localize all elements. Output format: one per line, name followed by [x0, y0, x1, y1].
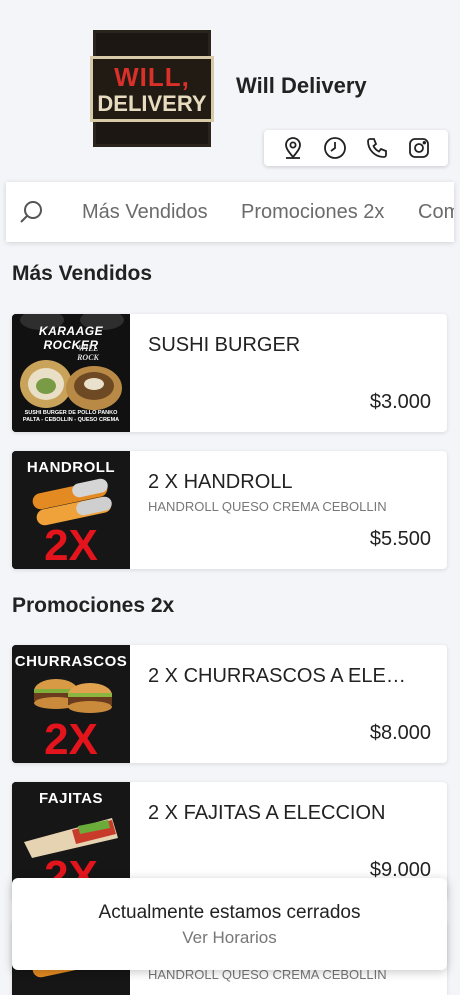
- product-name: SUSHI BURGER: [148, 334, 301, 356]
- phone-icon[interactable]: [364, 135, 390, 161]
- section-title: Promociones 2x: [12, 594, 175, 617]
- product-image: KARAAGE ROCKER WILL ROCK SUSHI BURGER DE…: [12, 314, 130, 432]
- category-tabs: Más Vendidos Promociones 2x Com: [6, 182, 454, 242]
- closed-notice: Actualmente estamos cerrados Ver Horario…: [12, 878, 447, 970]
- logo-line2: DELIVERY: [97, 90, 207, 116]
- tab-promociones-2x[interactable]: Promociones 2x: [241, 201, 384, 224]
- product-name: 2 X CHURRASCOS A ELECCION: [148, 665, 413, 687]
- thumb-subtitle: WILL ROCK: [77, 344, 99, 362]
- thumb-2x-badge: 2X: [12, 991, 130, 995]
- product-card[interactable]: KARAAGE ROCKER WILL ROCK SUSHI BURGER DE…: [12, 314, 447, 432]
- product-price: $3.000: [369, 391, 431, 413]
- product-image: CHURRASCOS 2X: [12, 645, 130, 763]
- product-card[interactable]: CHURRASCOS 2X 2 X CHURRASCOS A ELECCION …: [12, 645, 447, 763]
- location-pin-icon[interactable]: [280, 135, 306, 161]
- thumb-2x-badge: 2X: [44, 715, 98, 763]
- clock-icon[interactable]: [322, 135, 348, 161]
- product-description: HANDROLL QUESO CREMA CEBOLLIN: [148, 499, 387, 514]
- view-hours-link[interactable]: Ver Horarios: [12, 928, 447, 948]
- thumb-caption: SUSHI BURGER DE POLLO PANKO PALTA - CEBO…: [22, 410, 120, 423]
- product-price: $5.500: [369, 528, 431, 550]
- thumb-2x-badge: 2X: [44, 521, 98, 569]
- product-name: 2 X HANDROLL: [148, 471, 293, 493]
- header: WILL, DELIVERY Will Delivery: [0, 0, 460, 170]
- logo-line1: WILL,: [114, 61, 190, 92]
- brand-name: Will Delivery: [236, 73, 367, 98]
- brand-logo: WILL, DELIVERY: [90, 30, 214, 147]
- thumb-title: FAJITAS: [38, 790, 104, 807]
- thumb-title: HANDROLL: [26, 459, 116, 476]
- tab-combos[interactable]: Com: [418, 201, 454, 224]
- product-name: 2 X FAJITAS A ELECCION: [148, 802, 386, 824]
- instagram-icon[interactable]: [406, 135, 432, 161]
- closed-message: Actualmente estamos cerrados: [98, 902, 361, 923]
- product-image: HANDROLL 2X: [12, 451, 130, 569]
- product-price: $8.000: [369, 722, 431, 744]
- contact-icon-bar: [264, 130, 448, 166]
- tab-mas-vendidos[interactable]: Más Vendidos: [82, 201, 208, 224]
- product-card[interactable]: HANDROLL 2X 2 X HANDROLL HANDROLL QUESO …: [12, 451, 447, 569]
- thumb-title: CHURRASCOS: [14, 653, 128, 670]
- section-title: Más Vendidos: [12, 262, 153, 285]
- search-icon[interactable]: [18, 198, 46, 226]
